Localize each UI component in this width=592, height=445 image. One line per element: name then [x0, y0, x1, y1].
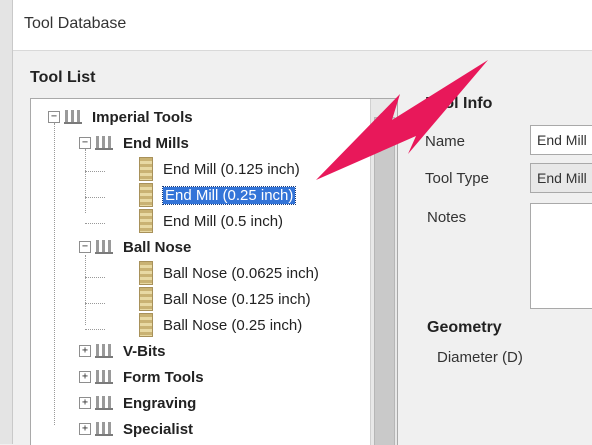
tree-item-ball-nose-025[interactable]: Ball Nose (0.25 inch) [139, 313, 302, 337]
tree-item-end-mill-0125[interactable]: End Mill (0.125 inch) [139, 157, 300, 181]
tree-scrollbar[interactable] [370, 99, 397, 445]
notes-label: Notes [427, 209, 467, 226]
tool-folder-icon [64, 110, 82, 124]
tool-folder-icon [95, 240, 113, 254]
tool-folder-icon [95, 370, 113, 384]
expand-icon[interactable]: + [79, 371, 91, 383]
tree-group-label: Form Tools [123, 368, 204, 386]
tool-list-heading: Tool List [30, 69, 96, 86]
tool-folder-icon [95, 396, 113, 410]
tree-group-label: End Mills [123, 134, 189, 152]
tree-group-label: Specialist [123, 420, 194, 438]
tree-group-label: Engraving [123, 394, 197, 412]
tree-group-label: V-Bits [123, 342, 166, 360]
tree-group-label: Ball Nose [123, 238, 192, 256]
name-field[interactable]: End Mill [530, 125, 592, 155]
tree-item-label: End Mill (0.125 inch) [163, 160, 300, 178]
tree-group-end-mills[interactable]: − End Mills [79, 131, 189, 155]
tree-item-end-mill-025[interactable]: End Mill (0.25 inch) [139, 183, 297, 207]
expand-icon[interactable]: + [79, 345, 91, 357]
tree-group-specialist[interactable]: + Specialist [79, 417, 193, 441]
collapse-icon[interactable]: − [79, 137, 91, 149]
tree-group-v-bits[interactable]: + V-Bits [79, 339, 166, 363]
end-mill-icon [139, 209, 153, 233]
tool-tree[interactable]: − Imperial Tools − End Mills End Mill (0… [30, 98, 398, 445]
tree-item-label: Ball Nose (0.0625 inch) [163, 264, 319, 282]
tree-group-form-tools[interactable]: + Form Tools [79, 365, 204, 389]
tree-item-end-mill-05[interactable]: End Mill (0.5 inch) [139, 209, 283, 233]
tool-folder-icon [95, 136, 113, 150]
tree-item-label-selected: End Mill (0.25 inch) [161, 185, 297, 205]
tree-item-label: Ball Nose (0.25 inch) [163, 316, 303, 334]
tree-item-ball-nose-00625[interactable]: Ball Nose (0.0625 inch) [139, 261, 319, 285]
name-label: Name [425, 133, 466, 150]
tool-database-window: Tool Database Tool List − Imperial Tools… [0, 0, 592, 445]
tree-item-label: End Mill (0.5 inch) [163, 212, 284, 230]
tool-folder-icon [95, 344, 113, 358]
notes-textarea[interactable] [530, 203, 592, 309]
tree-group-engraving[interactable]: + Engraving [79, 391, 196, 415]
tool-folder-icon [95, 422, 113, 436]
diameter-label: Diameter (D) [437, 349, 523, 366]
tree-group-ball-nose[interactable]: − Ball Nose [79, 235, 191, 259]
scrollbar-thumb[interactable] [374, 117, 395, 445]
end-mill-icon [139, 183, 153, 207]
window-title: Tool Database [24, 15, 127, 32]
geometry-heading: Geometry [427, 319, 502, 336]
tree-item-ball-nose-0125[interactable]: Ball Nose (0.125 inch) [139, 287, 311, 311]
window-left-edge [0, 0, 13, 444]
collapse-icon[interactable]: − [48, 111, 60, 123]
expand-icon[interactable]: + [79, 397, 91, 409]
ball-nose-icon [139, 287, 153, 311]
tree-root-imperial-tools[interactable]: − Imperial Tools [48, 105, 193, 129]
end-mill-icon [139, 157, 153, 181]
title-bar: Tool Database [13, 0, 592, 51]
tool-type-label: Tool Type [425, 170, 489, 187]
ball-nose-icon [139, 261, 153, 285]
tool-type-field[interactable]: End Mill [530, 163, 592, 193]
tool-info-heading: Tool Info [426, 95, 493, 112]
tree-item-label: Ball Nose (0.125 inch) [163, 290, 311, 308]
ball-nose-icon [139, 313, 153, 337]
collapse-icon[interactable]: − [79, 241, 91, 253]
expand-icon[interactable]: + [79, 423, 91, 435]
tree-root-label: Imperial Tools [92, 108, 193, 126]
